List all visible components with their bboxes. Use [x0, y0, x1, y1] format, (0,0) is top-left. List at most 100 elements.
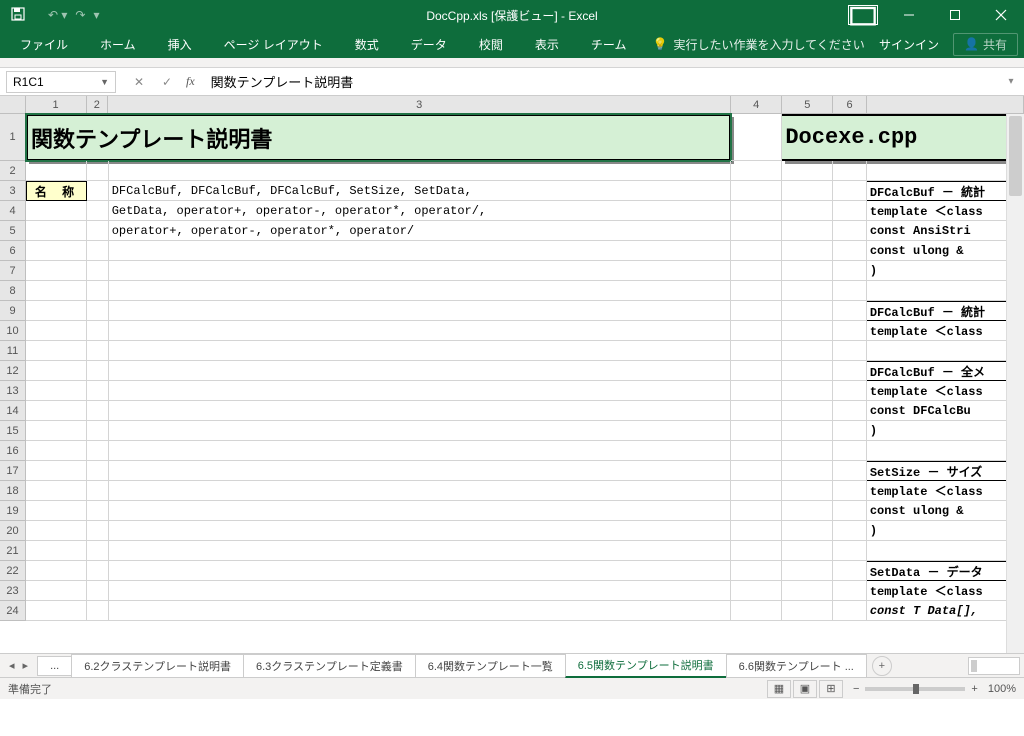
row-header[interactable]: 3	[0, 181, 25, 201]
cell[interactable]	[26, 521, 87, 541]
cell[interactable]	[109, 601, 731, 621]
cell[interactable]: operator+, operator-, operator*, operato…	[109, 221, 731, 241]
cell[interactable]	[87, 241, 109, 261]
cell[interactable]	[87, 541, 109, 561]
cell[interactable]	[731, 281, 782, 301]
zoom-slider[interactable]: − +	[853, 683, 978, 695]
cell[interactable]	[26, 161, 87, 181]
cell[interactable]	[867, 441, 1024, 461]
row-header[interactable]: 14	[0, 401, 25, 421]
view-pagelayout-icon[interactable]: ▣	[793, 680, 817, 698]
cell[interactable]	[26, 201, 87, 221]
zoom-thumb[interactable]	[913, 684, 919, 694]
cell[interactable]	[109, 341, 731, 361]
cell[interactable]: template ＜class	[867, 581, 1024, 601]
cell[interactable]	[782, 241, 833, 261]
cell[interactable]	[782, 161, 833, 181]
row-header[interactable]: 24	[0, 601, 25, 621]
cell[interactable]	[782, 261, 833, 281]
name-box[interactable]: R1C1 ▼	[6, 71, 116, 93]
sheet-tab-active[interactable]: 6.5関数テンプレート説明書	[565, 653, 727, 678]
cell[interactable]	[782, 601, 833, 621]
cell[interactable]	[109, 441, 731, 461]
row-header[interactable]: 18	[0, 481, 25, 501]
cell[interactable]	[26, 361, 87, 381]
row-header[interactable]: 9	[0, 301, 25, 321]
row-header[interactable]: 5	[0, 221, 25, 241]
cell[interactable]	[87, 261, 109, 281]
sheet-tab[interactable]: 6.3クラステンプレート定義書	[243, 654, 416, 678]
tab-formula[interactable]: 数式	[341, 30, 393, 58]
cell[interactable]	[731, 421, 782, 441]
cell[interactable]	[867, 161, 1024, 181]
cell-grid[interactable]: 関数テンプレート説明書 Docexe.cpp 名 称 DFCalcBuf, DF…	[26, 114, 1024, 653]
sheet-tab[interactable]: 6.6関数テンプレート ...	[726, 654, 867, 678]
cell[interactable]	[109, 541, 731, 561]
cell[interactable]: DFCalcBuf, DFCalcBuf, DFCalcBuf, SetSize…	[109, 181, 731, 201]
cell[interactable]	[87, 401, 109, 421]
sheet-tab-more[interactable]: ...	[37, 656, 72, 676]
tab-team[interactable]: チーム	[577, 30, 641, 58]
cell[interactable]	[87, 381, 109, 401]
cell[interactable]: const DFCalcBu	[867, 401, 1024, 421]
cell[interactable]	[87, 581, 109, 601]
cell[interactable]	[833, 461, 867, 481]
cell[interactable]	[782, 321, 833, 341]
cell[interactable]	[782, 521, 833, 541]
cell[interactable]	[109, 461, 731, 481]
cell[interactable]: SetData － データ	[867, 561, 1024, 581]
cell[interactable]	[109, 361, 731, 381]
tab-review[interactable]: 校閲	[465, 30, 517, 58]
row-header[interactable]: 13	[0, 381, 25, 401]
cell[interactable]: )	[867, 261, 1024, 281]
cell[interactable]	[26, 321, 87, 341]
save-icon[interactable]	[10, 6, 26, 25]
cell[interactable]	[87, 361, 109, 381]
cell[interactable]	[833, 361, 867, 381]
cell[interactable]	[833, 221, 867, 241]
cell[interactable]	[731, 601, 782, 621]
col-header[interactable]: 3	[108, 96, 731, 113]
cell[interactable]	[109, 301, 731, 321]
row-header[interactable]: 17	[0, 461, 25, 481]
cell[interactable]	[782, 421, 833, 441]
cell[interactable]: const ulong &	[867, 241, 1024, 261]
cell[interactable]	[782, 361, 833, 381]
sheet-tab[interactable]: 6.2クラステンプレート説明書	[71, 654, 244, 678]
row-header[interactable]: 4	[0, 201, 25, 221]
row-header[interactable]: 12	[0, 361, 25, 381]
cell[interactable]	[782, 181, 833, 201]
view-normal-icon[interactable]: ▦	[767, 680, 791, 698]
cell[interactable]	[87, 281, 109, 301]
view-pagebreak-icon[interactable]: ⊞	[819, 680, 843, 698]
cell[interactable]	[833, 321, 867, 341]
cell[interactable]	[109, 521, 731, 541]
cell[interactable]	[782, 581, 833, 601]
redo-icon[interactable]: ↷	[75, 8, 85, 22]
zoom-track[interactable]	[865, 687, 965, 691]
zoom-in-icon[interactable]: +	[971, 683, 977, 695]
cell[interactable]	[109, 421, 731, 441]
cell[interactable]	[87, 501, 109, 521]
cell[interactable]	[833, 201, 867, 221]
horizontal-scrollbar[interactable]	[968, 657, 1020, 675]
cell[interactable]	[87, 421, 109, 441]
cell[interactable]	[731, 501, 782, 521]
cell[interactable]	[26, 601, 87, 621]
cell[interactable]	[833, 241, 867, 261]
cell[interactable]	[26, 281, 87, 301]
cell[interactable]: template ＜class	[867, 481, 1024, 501]
cell[interactable]	[26, 421, 87, 441]
close-button[interactable]	[978, 0, 1024, 30]
sheet-tab[interactable]: 6.4関数テンプレート一覧	[415, 654, 566, 678]
zoom-out-icon[interactable]: −	[853, 683, 859, 695]
cell[interactable]: template ＜class	[867, 201, 1024, 221]
cell[interactable]	[833, 501, 867, 521]
cell[interactable]	[731, 441, 782, 461]
add-sheet-button[interactable]: +	[872, 656, 892, 676]
cell[interactable]	[782, 281, 833, 301]
cell[interactable]	[731, 541, 782, 561]
cell[interactable]	[87, 521, 109, 541]
scrollbar-thumb[interactable]	[1009, 116, 1022, 196]
tab-insert[interactable]: 挿入	[154, 30, 206, 58]
